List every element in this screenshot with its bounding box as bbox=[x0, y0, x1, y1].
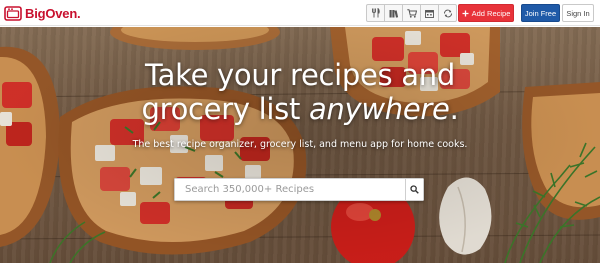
plus-icon bbox=[462, 10, 469, 16]
grocery-list-tool-button[interactable] bbox=[402, 4, 421, 22]
headline-line-2-prefix: grocery list bbox=[141, 92, 309, 126]
search-button[interactable] bbox=[405, 178, 424, 201]
recipe-search-input[interactable] bbox=[174, 178, 405, 201]
headline-line-1: Take your recipes and bbox=[145, 58, 455, 92]
menu-planner-tool-button[interactable] bbox=[420, 4, 439, 22]
top-navigation-bar: BigOven. Add Recipe Join Free Sign In bbox=[0, 0, 600, 26]
add-recipe-label: Add Recipe bbox=[471, 8, 511, 18]
sign-in-button[interactable]: Sign In bbox=[562, 4, 594, 22]
cart-icon bbox=[406, 8, 417, 18]
headline-line-2-suffix: . bbox=[449, 92, 459, 126]
logo-text: BigOven. bbox=[25, 5, 81, 21]
calendar-icon bbox=[425, 9, 434, 18]
recycle-icon bbox=[443, 9, 452, 17]
search-icon bbox=[410, 185, 419, 194]
hero-headline: Take your recipes and grocery list anywh… bbox=[100, 58, 500, 126]
headline-emphasis: anywhere bbox=[308, 92, 450, 126]
bigoven-logo-icon bbox=[4, 6, 22, 21]
recipes-tool-button[interactable] bbox=[366, 4, 385, 22]
utensils-icon bbox=[372, 8, 380, 18]
add-recipe-button[interactable]: Add Recipe bbox=[458, 4, 514, 22]
toolbar-icons bbox=[366, 4, 457, 22]
collections-tool-button[interactable] bbox=[384, 4, 403, 22]
hero-tagline: The best recipe organizer, grocery list,… bbox=[132, 139, 468, 150]
bigoven-logo[interactable]: BigOven. bbox=[4, 4, 81, 22]
hero-banner: Take your recipes and grocery list anywh… bbox=[0, 27, 600, 263]
recipe-search-form bbox=[174, 178, 424, 201]
leftovers-tool-button[interactable] bbox=[438, 4, 457, 22]
join-free-button[interactable]: Join Free bbox=[521, 4, 560, 22]
book-icon bbox=[389, 9, 398, 18]
